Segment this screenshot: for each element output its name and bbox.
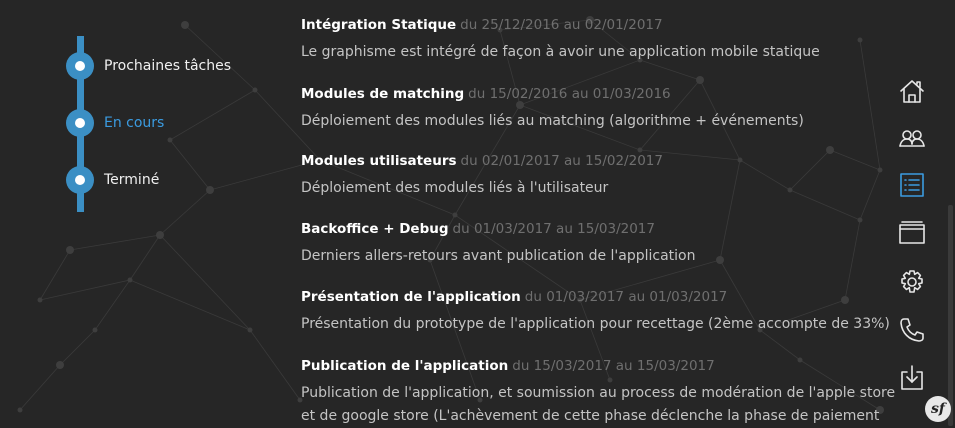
timeline-dot bbox=[66, 166, 94, 194]
task-dates: du 01/03/2017 au 01/03/2017 bbox=[524, 289, 728, 305]
task-dates: du 02/01/2017 au 15/02/2017 bbox=[460, 153, 663, 169]
network-line bbox=[159, 234, 251, 331]
network-node bbox=[127, 277, 133, 283]
task-description: Publication de l'application, et soumiss… bbox=[301, 385, 896, 424]
network-node bbox=[696, 76, 704, 84]
timeline-label: Terminé bbox=[104, 172, 160, 188]
list-button[interactable] bbox=[892, 168, 932, 202]
task-description: Le graphisme est intégré de façon à avoi… bbox=[301, 44, 820, 60]
timeline-item-upcoming[interactable]: Prochaines tâches bbox=[66, 52, 231, 80]
task-title: Intégration Statique bbox=[301, 17, 457, 33]
status-timeline: Prochaines tâches En cours Terminé bbox=[66, 36, 276, 212]
network-line bbox=[69, 234, 161, 251]
network-line bbox=[94, 279, 131, 331]
task-description: Déploiement des modules liés à l'utilisa… bbox=[301, 180, 609, 196]
network-node bbox=[181, 21, 189, 29]
network-node bbox=[247, 327, 253, 333]
task-title: Backoffice + Debug bbox=[301, 221, 449, 237]
settings-button[interactable] bbox=[892, 265, 932, 299]
download-icon bbox=[901, 365, 923, 390]
timeline-item-done[interactable]: Terminé bbox=[66, 166, 159, 194]
network-node bbox=[17, 407, 23, 413]
timeline-label: Prochaines tâches bbox=[104, 58, 232, 74]
scrollbar-thumb[interactable] bbox=[948, 205, 953, 426]
timeline-dot bbox=[66, 52, 94, 80]
task-description: Déploiement des modules liés au matching… bbox=[301, 113, 804, 129]
list-icon bbox=[900, 173, 924, 197]
network-line bbox=[39, 279, 131, 301]
network-line bbox=[19, 364, 61, 411]
task-description: Présentation du prototype de l'applicati… bbox=[301, 316, 890, 332]
network-line bbox=[59, 329, 96, 366]
home-icon bbox=[900, 80, 924, 103]
task-item: Modules de matching du 15/02/2016 au 01/0… bbox=[301, 84, 901, 133]
task-item: Backoffice + Debug du 01/03/2017 au 15/03… bbox=[301, 219, 901, 268]
network-node bbox=[37, 297, 43, 303]
task-item: Publication de l'application du 15/03/201… bbox=[301, 356, 901, 428]
network-node bbox=[56, 361, 64, 369]
gear-icon bbox=[901, 270, 923, 293]
task-title: Publication de l'application bbox=[301, 358, 509, 374]
phone-icon bbox=[900, 318, 924, 342]
task-item: Modules utilisateurs du 02/01/2017 au 15/… bbox=[301, 151, 901, 200]
task-description: Derniers allers-retours avant publicatio… bbox=[301, 248, 696, 264]
task-title: Présentation de l'application bbox=[301, 289, 521, 305]
network-node bbox=[92, 327, 98, 333]
window-icon bbox=[899, 221, 925, 244]
network-node bbox=[66, 246, 74, 254]
network-node bbox=[156, 231, 164, 239]
task-dates: du 15/02/2016 au 01/03/2016 bbox=[468, 86, 671, 102]
timeline-item-in-progress[interactable]: En cours bbox=[66, 109, 164, 137]
network-line bbox=[129, 234, 161, 281]
task-title: Modules de matching bbox=[301, 86, 465, 102]
team-button[interactable] bbox=[892, 121, 932, 155]
team-icon bbox=[899, 130, 925, 147]
network-line bbox=[39, 249, 71, 301]
phone-button[interactable] bbox=[892, 313, 932, 347]
timeline-dot bbox=[66, 109, 94, 137]
task-title: Modules utilisateurs bbox=[301, 153, 457, 169]
task-dates: du 15/03/2017 au 15/03/2017 bbox=[512, 358, 715, 374]
task-dates: du 01/03/2017 au 15/03/2017 bbox=[452, 221, 655, 237]
symfony-badge[interactable]: sf bbox=[925, 396, 951, 422]
task-dates: du 25/12/2016 au 02/01/2017 bbox=[460, 17, 663, 33]
task-item: Présentation de l'application du 01/03/20… bbox=[301, 287, 901, 336]
window-button[interactable] bbox=[892, 216, 932, 250]
task-item: Intégration Statique du 25/12/2016 au 02/… bbox=[301, 15, 901, 64]
network-line bbox=[249, 329, 301, 401]
network-line bbox=[129, 279, 251, 331]
network-node bbox=[452, 212, 458, 218]
download-button[interactable] bbox=[892, 361, 932, 395]
home-button[interactable] bbox=[892, 74, 932, 108]
timeline-label: En cours bbox=[104, 115, 165, 131]
